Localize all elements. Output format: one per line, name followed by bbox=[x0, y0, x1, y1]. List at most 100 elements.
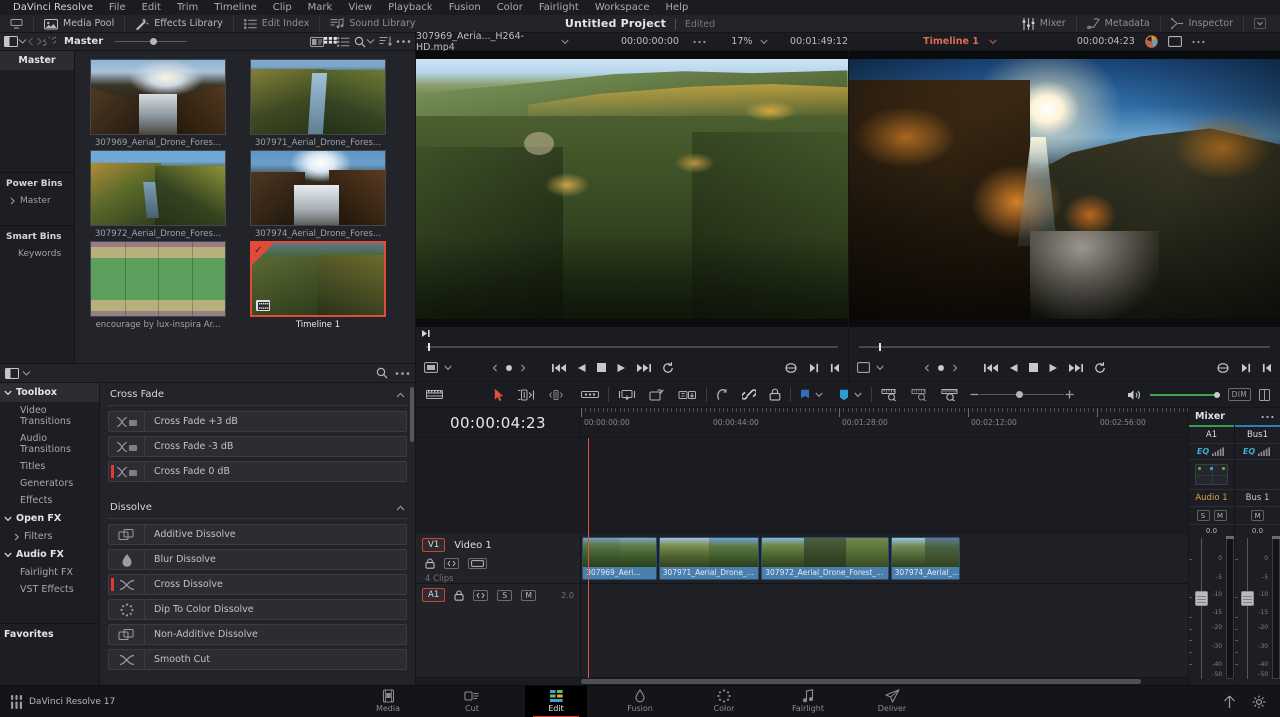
scrubber-track[interactable] bbox=[859, 346, 1271, 348]
effects-sidebar-toggle-icon[interactable] bbox=[5, 368, 19, 379]
effects-item-fairlight-fx[interactable]: Fairlight FX bbox=[0, 564, 99, 581]
strip-db-value[interactable]: 0.0 bbox=[1235, 525, 1280, 536]
effects-item-titles[interactable]: Titles bbox=[0, 458, 99, 475]
source-more-options-icon[interactable] bbox=[693, 40, 706, 44]
track-video-enable-button[interactable] bbox=[468, 558, 487, 569]
menu-item-playback[interactable]: Playback bbox=[380, 0, 441, 15]
scrubber-track[interactable] bbox=[426, 346, 838, 348]
smart-bins-item-keywords[interactable]: Keywords bbox=[0, 246, 74, 262]
filmstrip-view-icon[interactable] bbox=[310, 37, 324, 47]
slider-knob[interactable] bbox=[150, 38, 157, 45]
menu-item-timeline[interactable]: Timeline bbox=[206, 0, 265, 15]
page-button-fairlight[interactable]: Fairlight bbox=[777, 686, 839, 717]
more-options-icon[interactable] bbox=[396, 39, 411, 44]
effects-library-button[interactable]: Effects Library bbox=[125, 15, 233, 32]
snapping-icon[interactable] bbox=[716, 388, 729, 401]
timeline-zoom-slider[interactable] bbox=[980, 389, 1064, 401]
match-frame-icon[interactable] bbox=[784, 363, 798, 373]
strip-pan-control[interactable] bbox=[1189, 460, 1234, 490]
mixer-more-options-icon[interactable] bbox=[1261, 415, 1274, 419]
zoom-slider-knob[interactable] bbox=[1016, 391, 1023, 398]
timeline-clip[interactable]: 307974_Aerial_... bbox=[891, 537, 961, 580]
viewer-more-options-icon[interactable] bbox=[1192, 40, 1205, 44]
dynamic-trim-mode-icon[interactable] bbox=[549, 389, 568, 401]
viewer-fullscreen-icon[interactable] bbox=[1168, 36, 1182, 47]
lock-icon[interactable] bbox=[769, 388, 781, 401]
timeline-name[interactable]: Timeline 1 bbox=[923, 36, 979, 47]
trim-edit-mode-icon[interactable] bbox=[517, 389, 536, 401]
dim-audio-button[interactable]: DIM bbox=[1228, 388, 1251, 401]
track-gain-value[interactable]: 2.0 bbox=[561, 591, 574, 600]
audio-meters-toggle-icon[interactable] bbox=[1259, 389, 1270, 401]
pan-dot-center[interactable] bbox=[1210, 467, 1213, 470]
menu-item-davinci-resolve[interactable]: DaVinci Resolve bbox=[5, 0, 101, 15]
timeline-scrubber[interactable] bbox=[849, 340, 1280, 354]
mark-in-icon[interactable] bbox=[1262, 363, 1272, 373]
effect-item[interactable]: Cross Fade -3 dB bbox=[108, 436, 407, 457]
scrubber-playhead[interactable] bbox=[428, 343, 430, 351]
overwrite-clip-icon[interactable] bbox=[649, 389, 665, 401]
display-mode-chevron-down-icon[interactable] bbox=[444, 365, 452, 371]
effect-item[interactable]: Cross Dissolve bbox=[108, 574, 407, 595]
zoom-out-icon[interactable] bbox=[969, 389, 980, 400]
track-name[interactable]: Video 1 bbox=[454, 540, 492, 551]
place-on-top-icon[interactable] bbox=[678, 389, 697, 401]
timeline-view-options-icon[interactable] bbox=[426, 389, 443, 400]
effects-group-audio-fx[interactable]: Audio FX bbox=[0, 545, 99, 564]
strip-fader[interactable] bbox=[1196, 536, 1206, 681]
stop-icon[interactable] bbox=[1029, 363, 1038, 372]
thumbnail-size-slider[interactable] bbox=[115, 35, 187, 49]
grid-view-icon[interactable] bbox=[324, 37, 337, 47]
track-lock-icon[interactable] bbox=[454, 590, 464, 601]
strip-name[interactable]: Audio 1 bbox=[1189, 490, 1234, 507]
effect-item[interactable]: Dip To Color Dissolve bbox=[108, 599, 407, 620]
effect-item[interactable]: Cross Fade 0 dB bbox=[108, 461, 407, 482]
page-button-edit[interactable]: Edit bbox=[525, 686, 587, 717]
strip-name[interactable]: Bus 1 bbox=[1235, 490, 1280, 507]
collapse-chevron-up-icon[interactable] bbox=[396, 505, 405, 511]
page-button-fusion[interactable]: Fusion bbox=[609, 686, 671, 717]
track-solo-button[interactable]: S bbox=[497, 590, 512, 601]
mixer-button[interactable]: Mixer bbox=[1012, 15, 1076, 32]
effect-item[interactable]: Non-Additive Dissolve bbox=[108, 624, 407, 645]
link-broken-icon[interactable] bbox=[43, 36, 56, 47]
timeline-ruler[interactable]: 00:00:00:00 00:00:44:00 00:01:28:00 00:0… bbox=[581, 408, 1188, 437]
source-clip-chevron-down-icon[interactable] bbox=[561, 39, 569, 45]
track-id-badge[interactable]: A1 bbox=[422, 588, 445, 602]
strip-db-value[interactable]: 0.0 bbox=[1189, 525, 1234, 536]
timeline-clip[interactable]: 307972_Aerial_Drone_Forest_... bbox=[761, 537, 888, 580]
page-button-media[interactable]: Media bbox=[357, 686, 419, 717]
timeline-name-chevron-down-icon[interactable] bbox=[989, 39, 997, 45]
track-mute-button[interactable]: M bbox=[521, 590, 536, 601]
jog-to-end-icon[interactable] bbox=[421, 329, 431, 338]
zoom-to-fit-icon[interactable] bbox=[881, 388, 898, 401]
menu-item-fairlight[interactable]: Fairlight bbox=[531, 0, 587, 15]
page-button-deliver[interactable]: Deliver bbox=[861, 686, 923, 717]
menu-item-help[interactable]: Help bbox=[658, 0, 697, 15]
media-clip-thumbnail[interactable]: 307969_Aerial_Drone_Fores... bbox=[83, 59, 233, 148]
sound-library-button[interactable]: Sound Library bbox=[320, 15, 425, 32]
search-icon[interactable] bbox=[354, 36, 366, 48]
zoom-custom-icon[interactable] bbox=[941, 388, 959, 401]
display-mode-chevron-down-icon[interactable] bbox=[876, 365, 884, 371]
timeline-thumbnail[interactable]: ✓ Timeline 1 bbox=[243, 241, 393, 330]
strip-fader[interactable] bbox=[1242, 536, 1252, 681]
master-volume-slider[interactable] bbox=[1150, 389, 1220, 401]
track-id-badge[interactable]: V1 bbox=[422, 538, 445, 552]
menu-item-color[interactable]: Color bbox=[489, 0, 531, 15]
selection-tool-icon[interactable] bbox=[494, 388, 504, 402]
fader-handle[interactable] bbox=[1195, 591, 1208, 606]
link-clips-icon[interactable] bbox=[742, 388, 756, 401]
video-track-body[interactable]: 307969_Aeri... 307971_Aerial_Drone_... bbox=[581, 534, 1188, 584]
edit-index-button[interactable]: Edit Index bbox=[234, 15, 320, 32]
effect-item[interactable]: Smooth Cut bbox=[108, 649, 407, 670]
display-mode-icon[interactable] bbox=[857, 362, 870, 373]
loop-icon[interactable] bbox=[662, 362, 674, 374]
effects-item-audio-transitions[interactable]: Audio Transitions bbox=[0, 430, 99, 458]
effects-group-toolbox[interactable]: Toolbox bbox=[0, 383, 99, 402]
zoom-in-icon[interactable] bbox=[1064, 389, 1075, 400]
strip-mute-button[interactable]: M bbox=[1214, 510, 1227, 521]
fader-handle[interactable] bbox=[1241, 591, 1254, 606]
menu-item-workspace[interactable]: Workspace bbox=[587, 0, 658, 15]
loop-icon[interactable] bbox=[1094, 362, 1106, 374]
